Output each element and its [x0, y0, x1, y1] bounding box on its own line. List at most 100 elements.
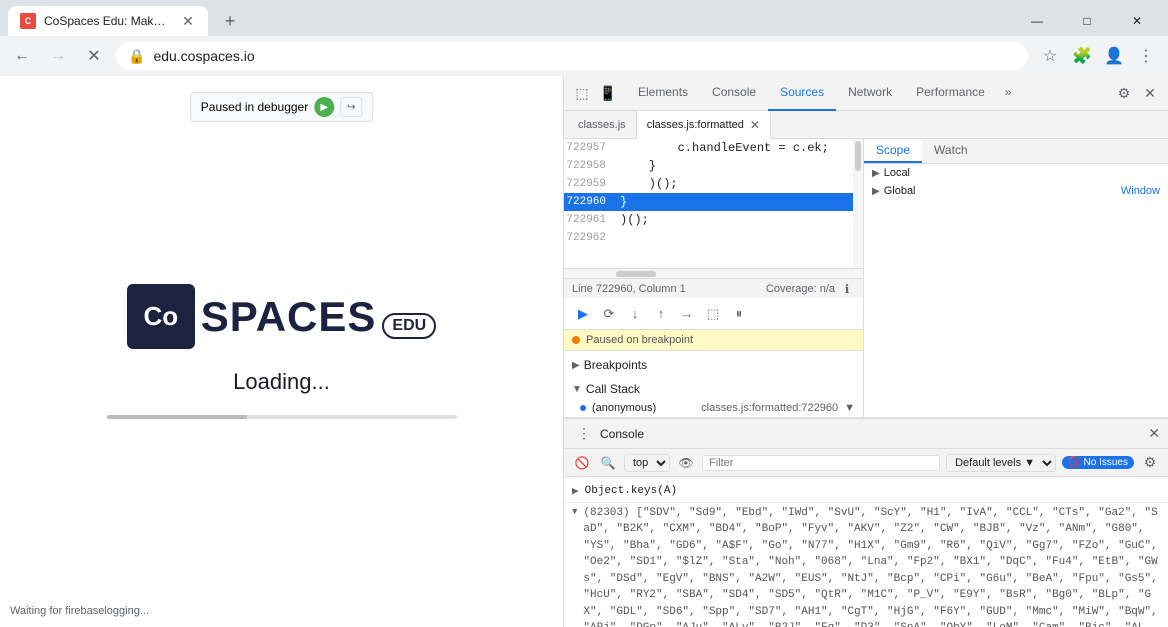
title-bar: C CoSpaces Edu: Make AR & V... ✕ + — □ ✕	[0, 0, 1168, 36]
code-panel: 722957 c.handleEvent = c.ek; 722958 }	[564, 139, 863, 417]
scope-watch-tabs: Scope Watch	[864, 139, 1168, 164]
no-issues-badge: 🚫 No Issues	[1062, 456, 1134, 469]
source-tab-classes-js-label: classes.js	[578, 119, 626, 131]
call-stack-item-anonymous[interactable]: (anonymous) classes.js:formatted:722960 …	[564, 399, 863, 417]
bookmark-button[interactable]: ☆	[1036, 42, 1064, 70]
code-content-scroll[interactable]: 722957 c.handleEvent = c.ek; 722958 }	[564, 139, 853, 268]
logo-container: Co SPACES EDU Loading...	[107, 284, 457, 419]
debugger-pause-exceptions-button[interactable]: ⏸	[728, 303, 750, 325]
close-button[interactable]: ✕	[1114, 6, 1160, 36]
line-code-722957: c.handleEvent = c.ek;	[614, 139, 829, 157]
spaces-text: SPACES	[201, 293, 377, 341]
address-input[interactable]: 🔒 edu.cospaces.io	[116, 42, 1028, 70]
paused-notice-text: Paused on breakpoint	[586, 334, 693, 346]
address-actions: ☆ 🧩 👤 ⋮	[1036, 42, 1160, 70]
debugger-step-out-button[interactable]: ↑	[650, 303, 672, 325]
inspect-element-button[interactable]: ⬚	[570, 81, 594, 105]
line-number-722960: 722960	[564, 193, 614, 211]
extensions-button[interactable]: 🧩	[1068, 42, 1096, 70]
scrollbar-thumb	[855, 141, 861, 171]
console-eye-button[interactable]: 👁	[676, 453, 696, 473]
breakpoints-section: ▶ Breakpoints	[564, 351, 863, 379]
paused-dot	[572, 336, 580, 344]
console-filter-button[interactable]: 🔍	[598, 453, 618, 473]
coverage-area: Coverage: n/a ℹ	[766, 281, 855, 297]
minimize-button[interactable]: —	[1014, 6, 1060, 36]
code-and-panels: 722957 c.handleEvent = c.ek; 722958 }	[564, 139, 1168, 417]
source-tab-formatted-close[interactable]: ✕	[750, 118, 760, 132]
source-tab-classes-js-formatted[interactable]: classes.js:formatted ✕	[637, 111, 771, 139]
console-filter-input[interactable]	[702, 455, 940, 471]
devtools-icons: ⬚ 📱	[564, 81, 626, 105]
console-title: Console	[600, 427, 1144, 441]
side-panels: Scope Watch ▶ Local ▶ Global Window	[863, 139, 1168, 417]
source-tab-classes-js[interactable]: classes.js	[568, 111, 637, 139]
tab-elements[interactable]: Elements	[626, 76, 700, 111]
code-scroll-area: 722957 c.handleEvent = c.ek; 722958 }	[564, 139, 863, 278]
cospaces-logo: Co SPACES EDU	[127, 284, 436, 349]
tab-performance[interactable]: Performance	[904, 76, 997, 111]
scope-item-local[interactable]: ▶ Local	[864, 164, 1168, 182]
line-code-722958: }	[614, 157, 656, 175]
console-settings-button[interactable]: ⚙	[1140, 453, 1160, 473]
tab-close-button[interactable]: ✕	[180, 13, 196, 29]
devtools-tabs: Elements Console Sources Network Perform…	[626, 76, 1106, 111]
line-code-722959: )();	[614, 175, 678, 193]
console-context-select[interactable]: top	[624, 454, 670, 472]
coverage-info-button[interactable]: ℹ	[839, 281, 855, 297]
code-line-722957: 722957 c.handleEvent = c.ek;	[564, 139, 853, 157]
console-clear-button[interactable]: 🚫	[572, 453, 592, 473]
forward-button[interactable]: →	[44, 42, 72, 70]
reload-button[interactable]: ✕	[80, 42, 108, 70]
debugger-step-over-button[interactable]: ⟳	[598, 303, 620, 325]
debugger-step-button[interactable]: →	[676, 303, 698, 325]
tab-favicon: C	[20, 13, 36, 29]
page-area: Paused in debugger ▶ ↪ Co SPACES EDU Loa…	[0, 76, 563, 627]
h-scrollbar-thumb	[616, 271, 656, 277]
call-stack-item-file: classes.js:formatted:722960	[701, 402, 838, 414]
line-code-722960: }	[614, 193, 627, 211]
new-tab-button[interactable]: +	[216, 7, 244, 35]
paused-text: Paused in debugger	[201, 100, 308, 114]
resume-button[interactable]: ▶	[314, 97, 334, 117]
no-issues-icon: 🚫	[1068, 457, 1080, 468]
console-options-button[interactable]: ⋮	[572, 422, 596, 446]
debugger-deactivate-button[interactable]: ⬚	[702, 303, 724, 325]
tab-sources[interactable]: Sources	[768, 76, 836, 111]
tab-more[interactable]: »	[997, 76, 1020, 111]
menu-button[interactable]: ⋮	[1132, 42, 1160, 70]
back-button[interactable]: ←	[8, 42, 36, 70]
horizontal-scrollbar[interactable]	[564, 268, 863, 278]
tab-network[interactable]: Network	[836, 76, 904, 111]
debugger-resume-button[interactable]: ▶	[572, 303, 594, 325]
devtools-panel: ⬚ 📱 Elements Console Sources Network Per…	[563, 76, 1168, 627]
device-toolbar-button[interactable]: 📱	[596, 81, 620, 105]
tab-watch[interactable]: Watch	[922, 139, 980, 163]
console-levels-select[interactable]: Default levels ▼	[946, 454, 1056, 472]
call-stack-dropdown-icon[interactable]: ▼	[844, 402, 855, 414]
profile-button[interactable]: 👤	[1100, 42, 1128, 70]
console-line-2: ▼ (82303) ["SDV", "Sd9", "Ebd", "IWd", "…	[564, 503, 1168, 627]
main-area: Paused in debugger ▶ ↪ Co SPACES EDU Loa…	[0, 76, 1168, 627]
console-line-2-expand[interactable]: ▼	[572, 507, 577, 517]
console-line-1: ▶ Object.keys(A)	[564, 481, 1168, 503]
status-text: Waiting for firebaselogging...	[10, 605, 149, 617]
breakpoints-header[interactable]: ▶ Breakpoints	[564, 355, 863, 375]
tab-scope[interactable]: Scope	[864, 139, 922, 163]
call-stack-header[interactable]: ▼ Call Stack	[564, 379, 863, 399]
line-code-722961: )();	[614, 211, 649, 229]
debugger-step-into-button[interactable]: ↓	[624, 303, 646, 325]
call-stack-item-dot	[580, 405, 586, 411]
active-tab[interactable]: C CoSpaces Edu: Make AR & V... ✕	[8, 6, 208, 36]
console-output[interactable]: ▶ Object.keys(A) ▼ (82303) ["SDV", "Sd9"…	[564, 477, 1168, 627]
console-close-button[interactable]: ✕	[1148, 425, 1160, 442]
code-scrollbar[interactable]	[853, 139, 863, 268]
step-button[interactable]: ↪	[340, 97, 362, 117]
devtools-close-button[interactable]: ✕	[1138, 81, 1162, 105]
code-line-722960: 722960 }	[564, 193, 853, 211]
devtools-settings-button[interactable]: ⚙	[1112, 81, 1136, 105]
tab-console[interactable]: Console	[700, 76, 768, 111]
loading-bar	[107, 415, 247, 419]
maximize-button[interactable]: □	[1064, 6, 1110, 36]
scope-item-global[interactable]: ▶ Global Window	[864, 182, 1168, 200]
